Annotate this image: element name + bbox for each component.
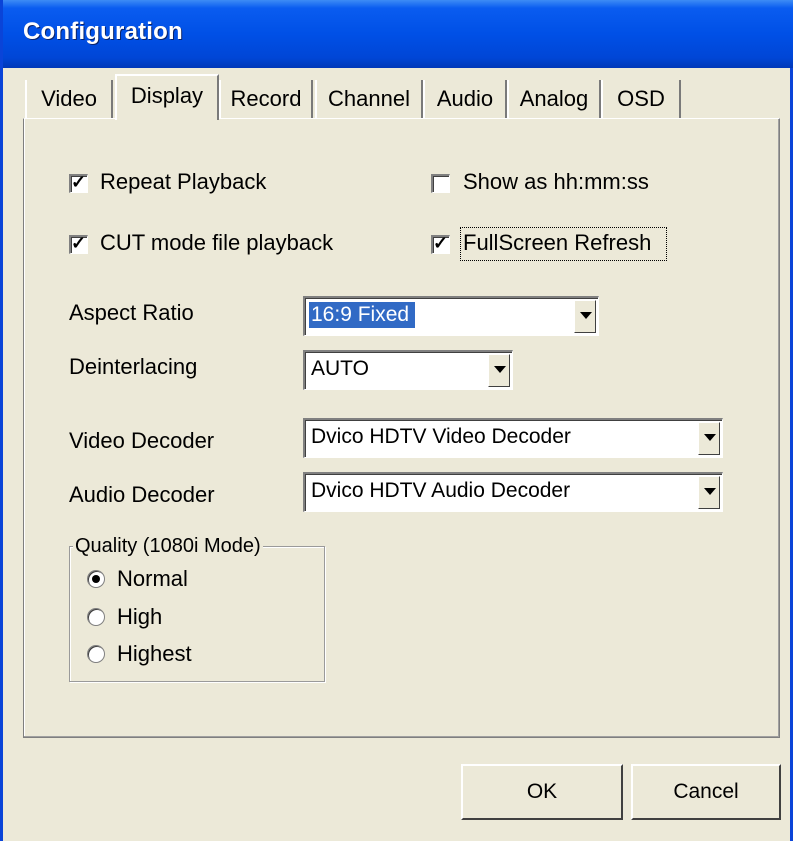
chevron-down-icon[interactable] — [698, 422, 720, 455]
aspect-ratio-value: 16:9 Fixed — [309, 302, 416, 328]
repeat-playback-checkbox[interactable]: ✓ — [69, 172, 88, 193]
quality-highest-label[interactable]: Highest — [117, 641, 192, 667]
quality-groupbox: Quality (1080i Mode) — [69, 535, 325, 682]
window-title: Configuration — [23, 18, 183, 45]
chevron-down-icon[interactable] — [574, 300, 596, 333]
audio-decoder-value: Dvico HDTV Audio Decoder — [311, 479, 571, 502]
aspect-ratio-label: Aspect Ratio — [69, 300, 194, 325]
cut-mode-label[interactable]: CUT mode file playback — [100, 230, 333, 256]
checkmark-icon: ✓ — [71, 172, 87, 192]
video-decoder-dropdown[interactable]: Dvico HDTV Video Decoder — [303, 418, 723, 458]
quality-high-label[interactable]: High — [117, 604, 162, 630]
checkmark-icon: ✓ — [71, 233, 87, 253]
tab-video[interactable]: Video — [25, 80, 113, 118]
checkmark-icon: ✓ — [433, 233, 449, 253]
quality-normal-label[interactable]: Normal — [117, 566, 188, 592]
video-decoder-label: Video Decoder — [69, 428, 215, 453]
fullscreen-refresh-label[interactable]: FullScreen Refresh — [463, 230, 651, 256]
quality-legend: Quality (1080i Mode) — [73, 535, 263, 558]
quality-normal-radio[interactable] — [87, 570, 105, 588]
fullscreen-refresh-checkbox[interactable]: ✓ — [431, 233, 450, 254]
quality-highest-radio[interactable] — [87, 645, 105, 663]
audio-decoder-dropdown[interactable]: Dvico HDTV Audio Decoder — [303, 472, 723, 512]
deinterlacing-dropdown[interactable]: AUTO — [303, 350, 513, 390]
aspect-ratio-dropdown[interactable]: 16:9 Fixed — [303, 296, 599, 336]
deinterlacing-value: AUTO — [311, 357, 369, 380]
tab-audio[interactable]: Audio — [423, 80, 507, 118]
title-bar[interactable]: Configuration — [3, 0, 793, 68]
show-hhmmss-checkbox[interactable] — [431, 174, 450, 193]
ok-button[interactable]: OK — [461, 764, 623, 820]
deinterlacing-label: Deinterlacing — [69, 354, 198, 379]
repeat-playback-label[interactable]: Repeat Playback — [100, 169, 266, 195]
chevron-down-icon[interactable] — [698, 476, 720, 509]
chevron-down-icon[interactable] — [488, 354, 510, 387]
show-hhmmss-label[interactable]: Show as hh:mm:ss — [463, 169, 649, 195]
tab-channel[interactable]: Channel — [315, 80, 423, 118]
tab-osd[interactable]: OSD — [601, 80, 681, 118]
tab-record[interactable]: Record — [219, 80, 313, 118]
tab-analog[interactable]: Analog — [507, 80, 601, 118]
quality-high-radio[interactable] — [87, 608, 105, 626]
video-decoder-value: Dvico HDTV Video Decoder — [311, 425, 571, 448]
cancel-button[interactable]: Cancel — [631, 764, 781, 820]
audio-decoder-label: Audio Decoder — [69, 482, 215, 507]
configuration-window: Configuration Video Display Record Chann… — [0, 0, 793, 841]
radio-dot-icon — [92, 575, 100, 583]
cut-mode-checkbox[interactable]: ✓ — [69, 233, 88, 254]
tab-display[interactable]: Display — [115, 74, 219, 120]
